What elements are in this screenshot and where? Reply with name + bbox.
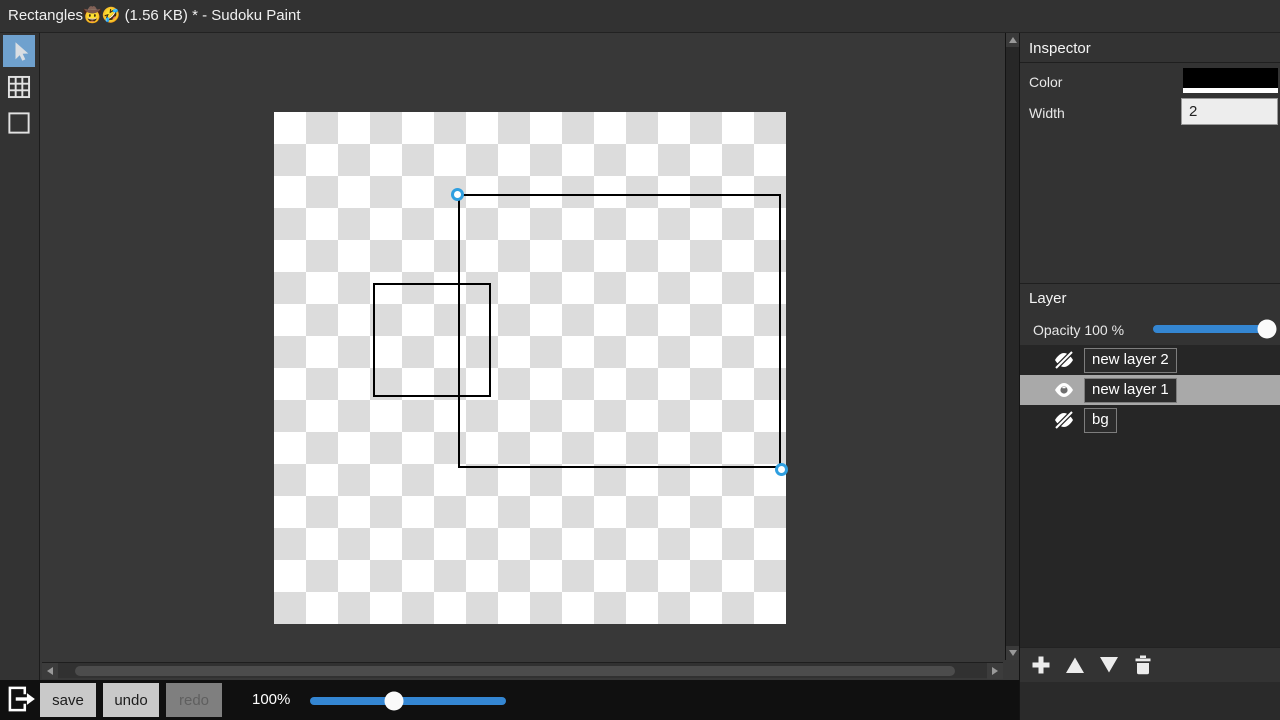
selection-handle[interactable]: [775, 463, 788, 476]
grid-tool-button[interactable]: [3, 71, 35, 103]
canvas-viewport[interactable]: [40, 33, 1005, 680]
width-input[interactable]: [1181, 98, 1278, 125]
move-down-icon: [1097, 653, 1121, 677]
add-layer-button[interactable]: [1029, 652, 1055, 678]
drawn-rectangle[interactable]: [458, 194, 781, 468]
cursor-icon: [5, 37, 33, 65]
visibility-off-icon[interactable]: [1052, 348, 1076, 372]
layer-title: Layer: [1029, 290, 1067, 307]
tool-palette: [0, 33, 40, 680]
layer-name[interactable]: new layer 2: [1084, 348, 1177, 373]
zoom-level-label: 100%: [252, 680, 290, 720]
move-up-icon: [1063, 653, 1087, 677]
app-window: Rectangles🤠🤣 (1.56 KB) * - Sudoku Paint: [0, 0, 1280, 720]
move-layer-up-button[interactable]: [1063, 652, 1089, 678]
scroll-up-button[interactable]: [1006, 33, 1020, 47]
divider: [1020, 283, 1280, 284]
rectangle-tool-button[interactable]: [3, 107, 35, 139]
redo-button: redo: [166, 683, 222, 717]
opacity-slider[interactable]: [1153, 325, 1272, 333]
bottom-bar: save undo redo 100%: [0, 680, 1019, 720]
grid-icon: [5, 73, 33, 101]
layer-row-new-layer-1[interactable]: new layer 1: [1020, 375, 1280, 405]
zoom-slider-thumb[interactable]: [385, 692, 404, 711]
color-label: Color: [1029, 74, 1062, 90]
color-swatch[interactable]: [1183, 68, 1278, 93]
zoom-slider[interactable]: [310, 697, 506, 705]
right-panel: Inspector Color Width Layer Opacity 100 …: [1019, 33, 1280, 720]
window-title: Rectangles🤠🤣 (1.56 KB) * - Sudoku Paint: [8, 7, 301, 24]
opacity-slider-thumb[interactable]: [1258, 320, 1277, 339]
arrow-right-icon: [992, 667, 998, 675]
arrow-left-icon: [47, 667, 53, 675]
selection-handle[interactable]: [451, 188, 464, 201]
layer-name[interactable]: bg: [1084, 408, 1117, 433]
arrow-down-icon: [1009, 650, 1017, 656]
rectangle-icon: [5, 109, 33, 137]
width-label: Width: [1029, 105, 1065, 121]
color-swatch-underline: [1183, 88, 1278, 93]
drawn-rectangle[interactable]: [373, 283, 491, 397]
opacity-label: Opacity 100 %: [1033, 322, 1124, 338]
layer-name[interactable]: new layer 1: [1084, 378, 1177, 403]
exit-button[interactable]: [2, 682, 38, 718]
scroll-left-button[interactable]: [42, 663, 58, 679]
visibility-on-icon[interactable]: [1052, 378, 1076, 402]
exit-icon: [3, 682, 37, 716]
add-icon: [1029, 653, 1053, 677]
divider: [1020, 62, 1280, 63]
select-tool-button[interactable]: [3, 35, 35, 67]
layer-row-new-layer-2[interactable]: new layer 2: [1020, 345, 1280, 375]
canvas[interactable]: [274, 112, 786, 624]
layer-row-bg[interactable]: bg: [1020, 405, 1280, 435]
panel-footer: [1020, 682, 1280, 720]
color-swatch-fill: [1183, 68, 1278, 88]
trash-icon: [1131, 653, 1155, 677]
layer-actions: [1020, 647, 1280, 681]
title-bar: Rectangles🤠🤣 (1.56 KB) * - Sudoku Paint: [0, 0, 1280, 33]
arrow-up-icon: [1009, 37, 1017, 43]
layer-list: new layer 2 new layer 1 bg: [1020, 345, 1280, 647]
horizontal-scroll-thumb[interactable]: [75, 666, 955, 676]
undo-button[interactable]: undo: [103, 683, 159, 717]
scroll-down-button[interactable]: [1006, 646, 1020, 660]
horizontal-scrollbar[interactable]: [42, 662, 1003, 678]
scroll-right-button[interactable]: [987, 663, 1003, 679]
move-layer-down-button[interactable]: [1097, 652, 1123, 678]
vertical-scrollbar[interactable]: [1005, 33, 1019, 660]
delete-layer-button[interactable]: [1131, 652, 1157, 678]
save-button[interactable]: save: [40, 683, 96, 717]
visibility-off-icon[interactable]: [1052, 408, 1076, 432]
inspector-title: Inspector: [1029, 40, 1091, 57]
